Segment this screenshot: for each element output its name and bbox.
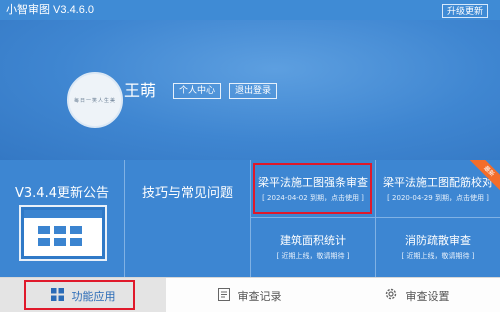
tile-strong-check[interactable]: 梁平法施工图强条审查 [ 2024-04-02 到期，点击使用 ]	[251, 160, 376, 218]
profile-button[interactable]: 个人中心	[173, 83, 222, 99]
app-window: 小智审图 V3.4.6.0 升级更新 每日一笑人生美 王萌 个人中心 退出登录 …	[0, 0, 500, 312]
tile-rebar-check[interactable]: 梁平法施工图配筋校对 [ 2020-04-29 到期，点击使用 ] 最新	[376, 160, 500, 218]
tile-area-stats-subtitle: [ 近期上线，敬请期待 ]	[276, 252, 350, 260]
gear-icon	[384, 287, 398, 304]
tile-announcement-title: V3.4.4更新公告	[15, 186, 109, 201]
tab-records-label: 审查记录	[237, 289, 282, 303]
tab-functions[interactable]: 功能应用	[0, 278, 166, 312]
tab-settings[interactable]: 审查设置	[333, 278, 500, 312]
tile-announcement[interactable]: V3.4.4更新公告	[0, 160, 125, 277]
tab-functions-label: 功能应用	[71, 289, 116, 303]
title-bar: 小智审图 V3.4.6.0 升级更新	[0, 0, 500, 20]
upgrade-button[interactable]: 升级更新	[441, 4, 488, 18]
tile-area-stats-title: 建筑面积统计	[280, 234, 346, 247]
tile-fire-check[interactable]: 消防疏散审查 [ 近期上线，敬请期待 ]	[376, 218, 500, 277]
grid-icon	[50, 287, 64, 304]
user-name: 王萌	[124, 81, 157, 100]
tile-tips-title: 技巧与常见问题	[141, 186, 233, 201]
window-title: 小智审图 V3.4.6.0	[6, 4, 95, 16]
tile-fire-check-title: 消防疏散审查	[405, 234, 471, 247]
tile-strong-check-subtitle: [ 2024-04-02 到期，点击使用 ]	[262, 194, 364, 202]
tab-settings-label: 审查设置	[405, 289, 450, 303]
avatar[interactable]: 每日一笑人生美	[67, 72, 123, 128]
tile-strong-check-title: 梁平法施工图强条审查	[258, 176, 368, 189]
tab-records[interactable]: 审查记录	[166, 278, 333, 312]
tile-area-stats[interactable]: 建筑面积统计 [ 近期上线，敬请期待 ]	[251, 218, 376, 277]
document-icon	[217, 287, 230, 304]
avatar-caption: 每日一笑人生美	[73, 97, 116, 104]
tile-tips[interactable]: 技巧与常见问题	[125, 160, 251, 277]
feature-tiles: V3.4.4更新公告 技巧与常见问题 梁平法施工图强条审查 [2024-04-…	[0, 160, 500, 277]
tile-rebar-check-subtitle: [ 2020-04-29 到期，点击使用 ]	[387, 194, 489, 202]
bottom-tab-bar: 功能应用 审查记录 审查设置	[0, 277, 500, 312]
logout-button[interactable]: 退出登录	[229, 83, 278, 99]
user-header: 每日一笑人生美 王萌 个人中心 退出登录	[0, 20, 500, 160]
announcement-thumbnail	[19, 205, 107, 261]
tile-rebar-check-title: 梁平法施工图配筋校对	[383, 176, 493, 189]
tile-fire-check-subtitle: [ 近期上线，敬请期待 ]	[401, 252, 475, 260]
